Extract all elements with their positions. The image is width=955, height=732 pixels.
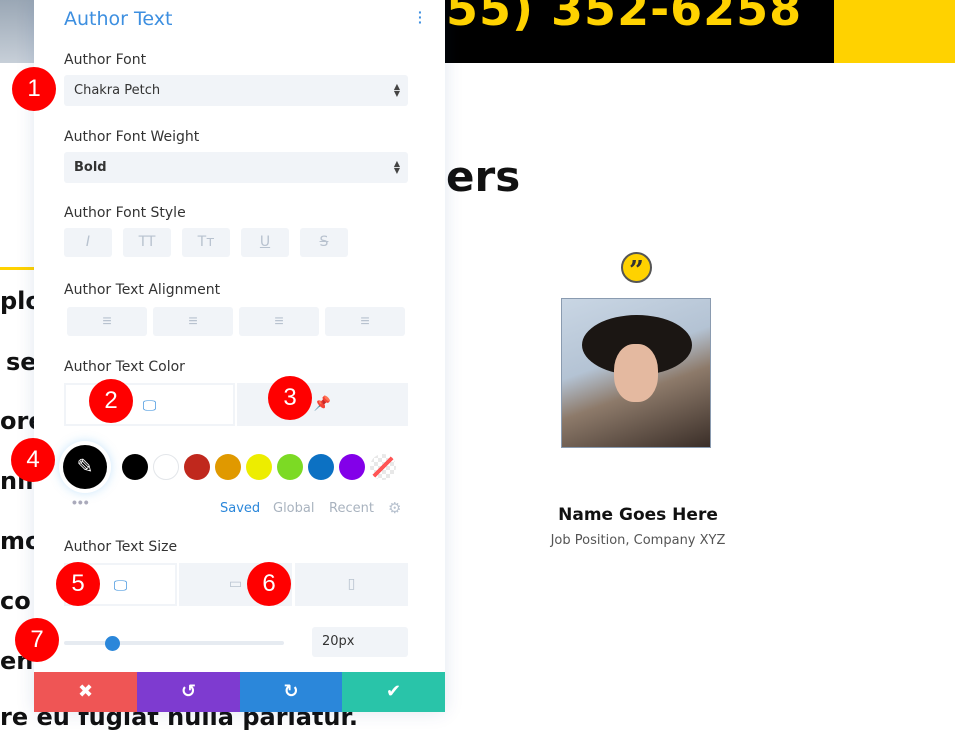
author-font-weight-select[interactable]: Bold ▲ ▼ [64, 152, 408, 183]
settings-panel: Author Text · · · Author Font Chakra Petch… [34, 0, 445, 712]
italic-button[interactable]: I [64, 228, 112, 257]
close-icon: ✖ [77, 681, 94, 702]
cancel-button[interactable]: ✖ [34, 672, 137, 712]
pin-icon: 📌 [313, 396, 332, 412]
body-text-fragment: co [0, 587, 31, 615]
select-arrows-icon: ▲ ▼ [393, 159, 400, 175]
swatch-red[interactable] [184, 454, 210, 480]
desktop-icon: 🖵 [142, 398, 157, 414]
align-left-icon: ≡ [102, 313, 112, 330]
annotation-badge: 6 [247, 562, 291, 606]
align-right-icon: ≡ [274, 313, 284, 330]
align-right-button[interactable]: ≡ [239, 307, 319, 336]
align-justify-icon: ≡ [360, 313, 370, 330]
select-arrows-icon: ▲ ▼ [393, 82, 400, 98]
author-font-weight-value: Bold [74, 160, 107, 175]
desktop-icon: 🖵 [113, 578, 128, 594]
author-font-value: Chakra Petch [74, 83, 161, 98]
header-image [0, 0, 34, 63]
panel-title: Author Text [64, 8, 173, 30]
section-heading: ers [446, 152, 521, 201]
color-hover-tab[interactable]: 📌 [237, 383, 408, 426]
more-options-icon[interactable]: · · · [418, 5, 424, 29]
align-center-button[interactable]: ≡ [153, 307, 233, 336]
redo-button[interactable]: ↻ [240, 672, 342, 712]
divider [0, 267, 34, 270]
annotation-badge: 3 [268, 376, 312, 420]
slider-handle[interactable] [105, 636, 121, 651]
header-accent [834, 0, 955, 63]
size-phone-tab[interactable]: ▯ [295, 563, 408, 606]
palette-tab-recent[interactable]: Recent [329, 501, 374, 516]
more-colors-icon[interactable]: ••• [72, 494, 90, 510]
undo-button[interactable]: ↺ [137, 672, 240, 712]
author-font-style-label: Author Font Style [64, 205, 186, 221]
annotation-badge: 5 [56, 562, 100, 606]
undo-icon: ↺ [180, 681, 197, 702]
palette-tab-global[interactable]: Global [273, 501, 314, 516]
capitalize-button[interactable]: Tт [182, 228, 230, 257]
align-left-button[interactable]: ≡ [67, 307, 147, 336]
strikethrough-button[interactable]: S [300, 228, 348, 257]
align-center-icon: ≡ [188, 313, 198, 330]
annotation-badge: 1 [12, 67, 56, 111]
swatch-purple[interactable] [339, 454, 365, 480]
tablet-icon: ▭ [228, 576, 243, 592]
author-text-alignment-label: Author Text Alignment [64, 282, 221, 298]
company: , Company XYZ [625, 533, 726, 548]
uppercase-button[interactable]: TT [123, 228, 171, 257]
author-text-size-label: Author Text Size [64, 539, 178, 555]
swatch-black[interactable] [122, 454, 148, 480]
annotation-badge: 2 [89, 379, 133, 423]
author-text-color-label: Author Text Color [64, 359, 185, 375]
swatch-orange[interactable] [215, 454, 241, 480]
redo-icon: ↻ [283, 681, 299, 702]
quote-icon: ” [621, 252, 652, 286]
text-size-slider[interactable] [64, 641, 284, 645]
annotation-badge: 4 [11, 438, 55, 482]
underline-button[interactable]: U [241, 228, 289, 257]
annotation-badge: 7 [15, 618, 59, 662]
swatch-yellow[interactable] [246, 454, 272, 480]
author-font-weight-label: Author Font Weight [64, 129, 200, 145]
swatch-green[interactable] [277, 454, 303, 480]
author-name: Name Goes Here [558, 505, 718, 525]
swatch-transparent[interactable] [370, 454, 396, 480]
swatch-white[interactable] [153, 454, 179, 480]
gear-icon[interactable]: ⚙ [388, 499, 401, 517]
phone-icon: ▯ [347, 576, 356, 592]
swatch-blue[interactable] [308, 454, 334, 480]
save-button[interactable]: ✔ [342, 672, 445, 712]
align-justify-button[interactable]: ≡ [325, 307, 405, 336]
color-picker-button[interactable]: ✎ [63, 445, 107, 489]
body-text-fragment: se [6, 348, 37, 376]
eyedropper-icon: ✎ [76, 456, 94, 478]
author-font-select[interactable]: Chakra Petch ▲ ▼ [64, 75, 408, 106]
author-job: Job Position, Company XYZ [520, 533, 756, 548]
phone-number: 55) 352-6258 [446, 0, 803, 36]
palette-tab-saved[interactable]: Saved [220, 501, 260, 516]
text-size-input[interactable]: 20px [312, 627, 408, 657]
author-font-label: Author Font [64, 52, 147, 68]
job-position: Job Position [550, 533, 626, 548]
check-icon: ✔ [385, 681, 402, 702]
author-photo [561, 298, 711, 448]
